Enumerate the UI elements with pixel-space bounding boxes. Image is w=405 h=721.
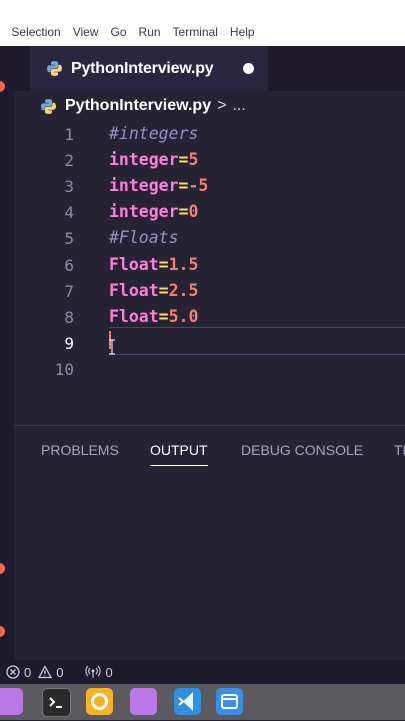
code-line[interactable]: 3 integer=-5 — [14, 173, 405, 199]
code-editor[interactable]: 10 9 8 Float=5.0 7 Float=2.5 6 Float=1.5 5 #Float… — [14, 121, 405, 421]
activity-bar-edge — [0, 46, 14, 660]
code-line[interactable]: 4 integer=0 — [14, 199, 405, 225]
code-token-op: = — [158, 306, 169, 326]
files-folder-icon[interactable] — [0, 688, 23, 715]
line-number: 9 — [64, 333, 74, 353]
code-token-num: 1.5 — [168, 254, 199, 274]
panel-tab-bar: PROBLEMS OUTPUT DEBUG CONSOLE TE — [14, 425, 405, 471]
notification-dot — [0, 626, 5, 637]
breadcrumb-more[interactable]: ... — [232, 97, 245, 115]
code-line[interactable]: 5 #Floats — [14, 225, 405, 251]
code-token-var: integer — [109, 150, 179, 170]
ports-status[interactable]: 0 — [85, 664, 113, 680]
menu-bar: t Selection View Go Run Terminal Help — [0, 0, 405, 46]
code-line[interactable]: 8 Float=5.0 — [14, 304, 405, 330]
problems-status[interactable]: 0 0 — [6, 665, 63, 680]
tab-terminal[interactable]: TE — [394, 442, 405, 458]
broadcast-icon — [85, 665, 102, 678]
breadcrumb: PythonInterview.py > ... — [40, 94, 246, 118]
menu-item-terminal[interactable]: Terminal — [173, 25, 218, 39]
line-number: 6 — [64, 255, 74, 275]
breadcrumb-file[interactable]: PythonInterview.py — [65, 97, 211, 115]
code-token-var: Float — [109, 280, 159, 300]
code-text: #integers — [109, 124, 198, 143]
code-token-num: -5 — [188, 176, 209, 196]
code-token-num: 5.0 — [168, 306, 199, 326]
warning-icon — [38, 665, 53, 679]
app-yellow-icon[interactable] — [86, 688, 113, 715]
terminal-prompt-icon — [49, 697, 62, 708]
code-token-var: Float — [109, 254, 159, 274]
code-line[interactable]: 2 integer=5 — [14, 147, 405, 173]
code-token-num: 2.5 — [168, 280, 199, 300]
warning-count: 0 — [56, 664, 64, 680]
line-number: 8 — [64, 307, 74, 327]
line-number: 3 — [64, 177, 74, 197]
code-text: Float=1.5 — [109, 255, 198, 274]
code-line[interactable]: 7 Float=2.5 — [14, 278, 405, 304]
code-token-var: integer — [109, 202, 179, 222]
line-number: 10 — [54, 359, 74, 379]
status-bar: 0 0 0 — [0, 660, 405, 684]
error-icon — [6, 665, 20, 679]
code-token-num: 0 — [188, 202, 199, 222]
code-token-op: = — [158, 280, 169, 300]
code-text: integer=-5 — [109, 176, 208, 195]
code-token-op: = — [158, 254, 169, 274]
window-icon — [221, 694, 238, 709]
code-token-var: integer — [109, 176, 179, 196]
code-token-var: Float — [109, 306, 159, 326]
os-taskbar — [0, 684, 405, 720]
menu-item-help[interactable]: Help — [230, 25, 255, 39]
code-text: integer=5 — [109, 150, 198, 169]
code-line[interactable]: 10 — [14, 356, 405, 382]
vscode-icon[interactable] — [174, 688, 201, 715]
python-file-icon — [41, 98, 56, 114]
tab-debug-console[interactable]: DEBUG CONSOLE — [241, 442, 363, 458]
menu-items: t Selection View Go Run Terminal Help — [0, 25, 255, 39]
terminal-icon[interactable] — [42, 688, 71, 717]
tab-problems[interactable]: PROBLEMS — [41, 442, 119, 458]
code-line[interactable]: 6 Float=1.5 — [14, 252, 405, 278]
code-token-comment: #Floats — [109, 228, 179, 248]
menu-item-selection[interactable]: Selection — [11, 25, 60, 39]
unsaved-dot-icon[interactable] — [243, 63, 254, 74]
code-text: Float=5.0 — [109, 307, 198, 326]
error-count: 0 — [24, 664, 32, 680]
menu-item-go[interactable]: Go — [111, 25, 127, 39]
line-number: 7 — [64, 281, 74, 301]
lifebuoy-icon — [91, 693, 108, 710]
editor-tab-bar: PythonInterview.py — [14, 46, 405, 91]
line-number: 5 — [64, 229, 74, 249]
tab-label: PythonInterview.py — [71, 59, 214, 77]
code-token-op: = — [178, 150, 189, 170]
menu-item-view[interactable]: View — [73, 25, 99, 39]
folder-icon[interactable] — [130, 688, 157, 715]
line-number: 2 — [64, 151, 74, 171]
output-panel[interactable] — [14, 470, 405, 660]
notification-dot — [0, 563, 5, 574]
code-text: Float=2.5 — [109, 281, 198, 300]
code-line[interactable]: 1 #integers — [14, 121, 405, 147]
line-number: 1 — [64, 125, 74, 144]
code-text: #Floats — [109, 228, 179, 247]
python-file-icon — [47, 61, 62, 76]
code-token-comment: #integers — [109, 124, 199, 143]
ibeam-cursor-icon — [109, 339, 115, 355]
breadcrumb-separator: > — [217, 97, 227, 114]
code-token-op: = — [178, 176, 189, 196]
vscode-logo-icon — [178, 692, 193, 711]
tab-output[interactable]: OUTPUT — [150, 442, 208, 466]
line-number: 4 — [64, 203, 74, 223]
ports-count: 0 — [105, 664, 113, 680]
current-line-highlight — [109, 327, 405, 355]
code-text: integer=0 — [109, 202, 198, 221]
menu-item-run[interactable]: Run — [139, 25, 161, 39]
window-app-icon[interactable] — [216, 688, 243, 715]
editor-tab-pythoninterview[interactable]: PythonInterview.py — [30, 46, 268, 91]
notification-dot — [0, 81, 5, 92]
code-token-op: = — [178, 202, 189, 222]
code-token-num: 5 — [188, 150, 199, 170]
